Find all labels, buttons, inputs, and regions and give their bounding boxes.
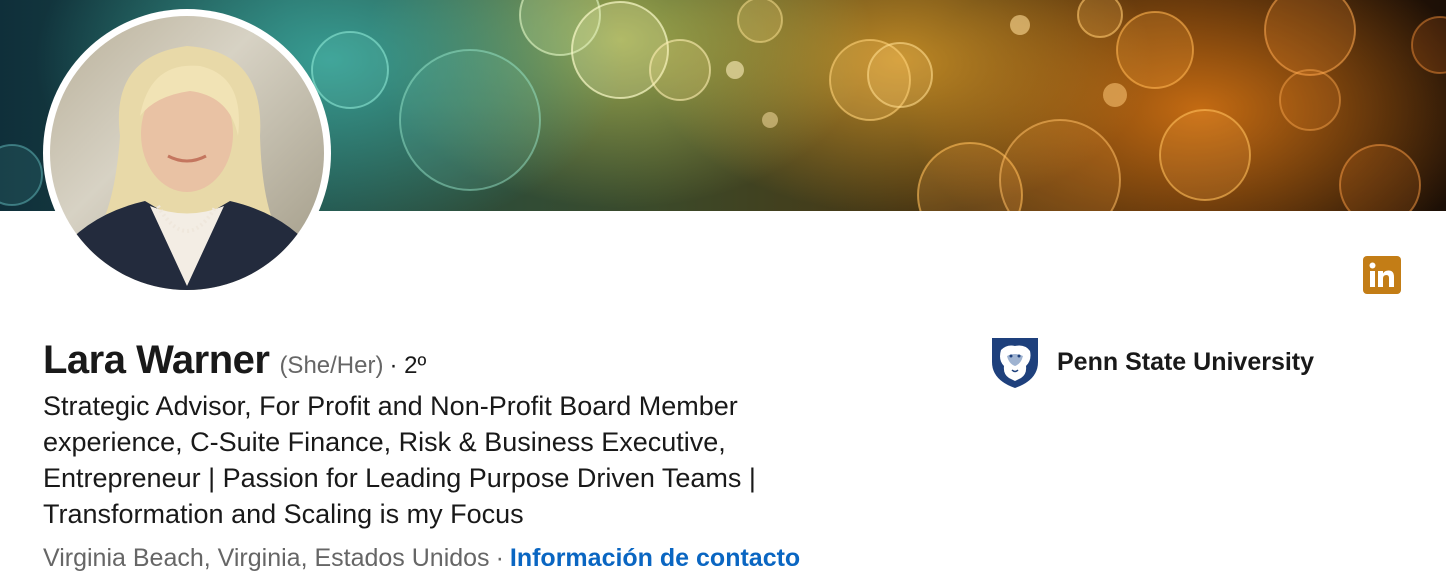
- profile-name: Lara Warner: [43, 338, 270, 382]
- connection-degree: · 2º: [389, 352, 427, 379]
- location-row: Virginia Beach, Virginia, Estados Unidos…: [43, 544, 800, 573]
- penn-state-shield-icon: [992, 338, 1038, 388]
- contact-info-link[interactable]: Información de contacto: [510, 544, 800, 572]
- location-text: Virginia Beach, Virginia, Estados Unidos: [43, 544, 490, 572]
- education-link[interactable]: Penn State University: [989, 334, 1314, 390]
- linkedin-logo-icon: [1369, 262, 1394, 287]
- school-name: Penn State University: [1057, 347, 1315, 376]
- profile-headline: Strategic Advisor, For Profit and Non-Pr…: [43, 391, 756, 529]
- linkedin-icon[interactable]: [1363, 256, 1401, 294]
- name-row: Lara Warner (She/Her) · 2º: [43, 338, 426, 383]
- profile-photo[interactable]: [43, 9, 331, 297]
- separator-dot: ·: [495, 544, 504, 572]
- person-portrait-icon: [50, 46, 324, 290]
- profile-photo-image: [50, 16, 324, 290]
- pronouns: (She/Her): [279, 352, 384, 379]
